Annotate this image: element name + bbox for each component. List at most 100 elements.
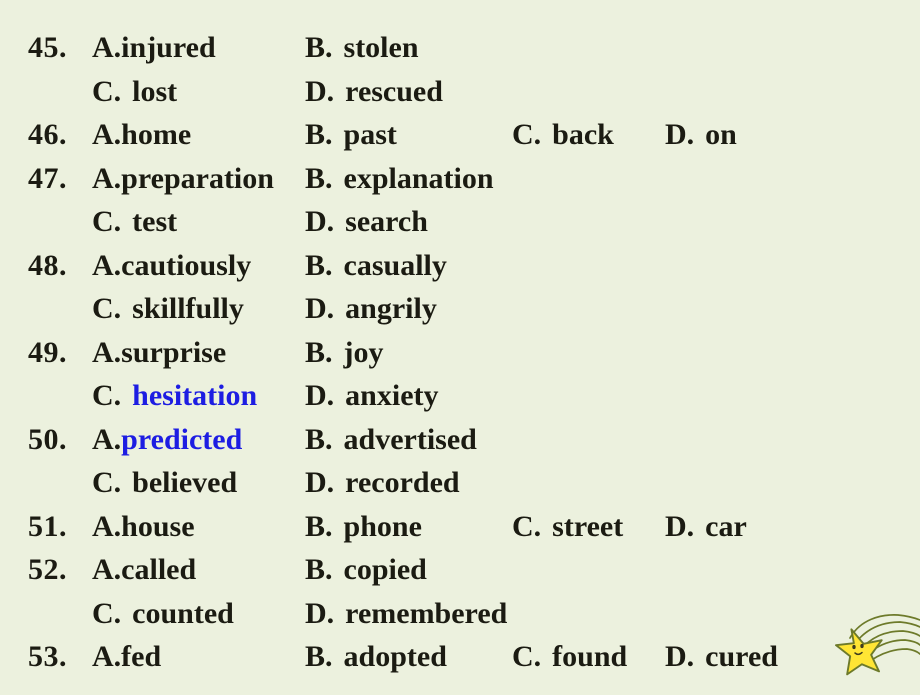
option-label: C. bbox=[92, 596, 122, 630]
option-a[interactable]: A.house bbox=[92, 505, 195, 549]
option-word: joy bbox=[343, 335, 384, 369]
option-word: explanation bbox=[343, 161, 494, 195]
question-line: 53. A.fed B. adopted C. found D. cured bbox=[0, 635, 920, 679]
question-line: C. skillfully D. angrily bbox=[0, 287, 920, 331]
option-d[interactable]: D. rescued bbox=[305, 70, 443, 114]
option-d[interactable]: D. anxiety bbox=[305, 374, 439, 418]
option-a[interactable]: A.fed bbox=[92, 635, 161, 679]
option-c[interactable]: C. back bbox=[512, 113, 614, 157]
option-label: B. bbox=[305, 31, 333, 64]
option-label: D. bbox=[305, 205, 335, 238]
option-b[interactable]: B. copied bbox=[305, 548, 427, 592]
option-word: test bbox=[132, 205, 178, 238]
option-label: C. bbox=[92, 205, 122, 238]
option-label: B. bbox=[305, 553, 333, 586]
question-number: 53. bbox=[28, 640, 67, 673]
option-label: D. bbox=[305, 466, 335, 499]
option-a[interactable]: A.preparation bbox=[92, 157, 274, 201]
option-a[interactable]: A.surprise bbox=[92, 331, 226, 375]
question-line: 49. A.surprise B. joy bbox=[0, 331, 920, 375]
option-a[interactable]: A.cautiously bbox=[92, 244, 251, 288]
option-d[interactable]: D. car bbox=[665, 505, 747, 549]
option-label: C. bbox=[92, 466, 122, 499]
question-line: C. hesitation D. anxiety bbox=[0, 374, 920, 418]
option-label: B. bbox=[305, 248, 333, 282]
option-label: B. bbox=[305, 640, 333, 673]
option-label: B. bbox=[305, 335, 333, 369]
question-line: C. believed D. recorded bbox=[0, 461, 920, 505]
option-word: casually bbox=[343, 248, 447, 282]
option-label: A. bbox=[92, 335, 122, 369]
option-label: A. bbox=[92, 161, 122, 195]
slide-canvas: 45. A.injured B. stolen C. lost D. rescued 46. A.… bbox=[0, 0, 920, 690]
option-c[interactable]: C. street bbox=[512, 505, 623, 549]
option-c[interactable]: C. lost bbox=[92, 70, 177, 114]
question-number: 45. bbox=[28, 31, 67, 64]
option-word: advertised bbox=[343, 422, 477, 456]
option-word: angrily bbox=[345, 292, 437, 325]
option-a[interactable]: A.called bbox=[92, 548, 196, 592]
option-c[interactable]: C. found bbox=[512, 635, 627, 679]
option-label: A. bbox=[92, 248, 122, 282]
option-d[interactable]: D. remembered bbox=[305, 592, 507, 636]
option-a[interactable]: A.predicted bbox=[92, 418, 242, 462]
option-word: skillfully bbox=[132, 292, 244, 325]
option-word: rescued bbox=[345, 74, 443, 108]
option-d[interactable]: D. angrily bbox=[305, 287, 437, 331]
option-word: lost bbox=[132, 74, 178, 108]
option-word: past bbox=[343, 118, 397, 151]
option-c[interactable]: C. test bbox=[92, 200, 177, 244]
option-label: D. bbox=[665, 509, 695, 543]
option-b[interactable]: B. past bbox=[305, 113, 397, 157]
option-d[interactable]: D. cured bbox=[665, 635, 778, 679]
option-word: home bbox=[121, 118, 192, 151]
option-d[interactable]: D. search bbox=[305, 200, 428, 244]
option-a[interactable]: A.injured bbox=[92, 26, 216, 70]
option-d[interactable]: D. recorded bbox=[305, 461, 460, 505]
option-c[interactable]: C. believed bbox=[92, 461, 237, 505]
question-line: 46. A.home B. past C. back D. on bbox=[0, 113, 920, 157]
option-b[interactable]: B. adopted bbox=[305, 635, 447, 679]
option-label: B. bbox=[305, 509, 333, 543]
option-label: D. bbox=[665, 118, 695, 151]
option-b[interactable]: B. advertised bbox=[305, 418, 477, 462]
option-word: anxiety bbox=[345, 379, 439, 412]
option-label: C. bbox=[512, 118, 542, 151]
question-line: C. counted D. remembered bbox=[0, 592, 920, 636]
question-line: 52. A.called B. copied bbox=[0, 548, 920, 592]
option-word-answer: hesitation bbox=[132, 379, 258, 412]
option-word: preparation bbox=[121, 161, 274, 195]
option-word: stolen bbox=[343, 31, 419, 64]
option-label: C. bbox=[92, 74, 122, 108]
option-label: B. bbox=[305, 422, 333, 456]
question-number: 50. bbox=[28, 422, 67, 456]
option-word: called bbox=[121, 553, 197, 586]
option-b[interactable]: B. stolen bbox=[305, 26, 419, 70]
option-b[interactable]: B. explanation bbox=[305, 157, 494, 201]
option-word: believed bbox=[132, 466, 238, 499]
option-label: D. bbox=[665, 640, 695, 673]
question-number: 46. bbox=[28, 118, 67, 151]
option-d[interactable]: D. on bbox=[665, 113, 737, 157]
option-a[interactable]: A.home bbox=[92, 113, 191, 157]
option-word: adopted bbox=[343, 640, 447, 673]
option-label: D. bbox=[305, 74, 335, 108]
option-b[interactable]: B. joy bbox=[305, 331, 384, 375]
question-line: C. lost D. rescued bbox=[0, 70, 920, 114]
option-b[interactable]: B. phone bbox=[305, 505, 422, 549]
option-c[interactable]: C. skillfully bbox=[92, 287, 244, 331]
option-c[interactable]: C. hesitation bbox=[92, 374, 257, 418]
question-line: 45. A.injured B. stolen bbox=[0, 26, 920, 70]
option-label: C. bbox=[512, 640, 542, 673]
option-label: A. bbox=[92, 640, 122, 673]
option-word: remembered bbox=[345, 596, 508, 630]
option-word: recorded bbox=[345, 466, 460, 499]
option-word: street bbox=[552, 509, 624, 543]
question-number: 48. bbox=[28, 248, 67, 282]
option-c[interactable]: C. counted bbox=[92, 592, 234, 636]
option-word-answer: predicted bbox=[121, 422, 243, 456]
option-label: A. bbox=[92, 422, 122, 456]
option-b[interactable]: B. casually bbox=[305, 244, 447, 288]
option-label: A. bbox=[92, 553, 122, 586]
question-number: 51. bbox=[28, 509, 67, 543]
